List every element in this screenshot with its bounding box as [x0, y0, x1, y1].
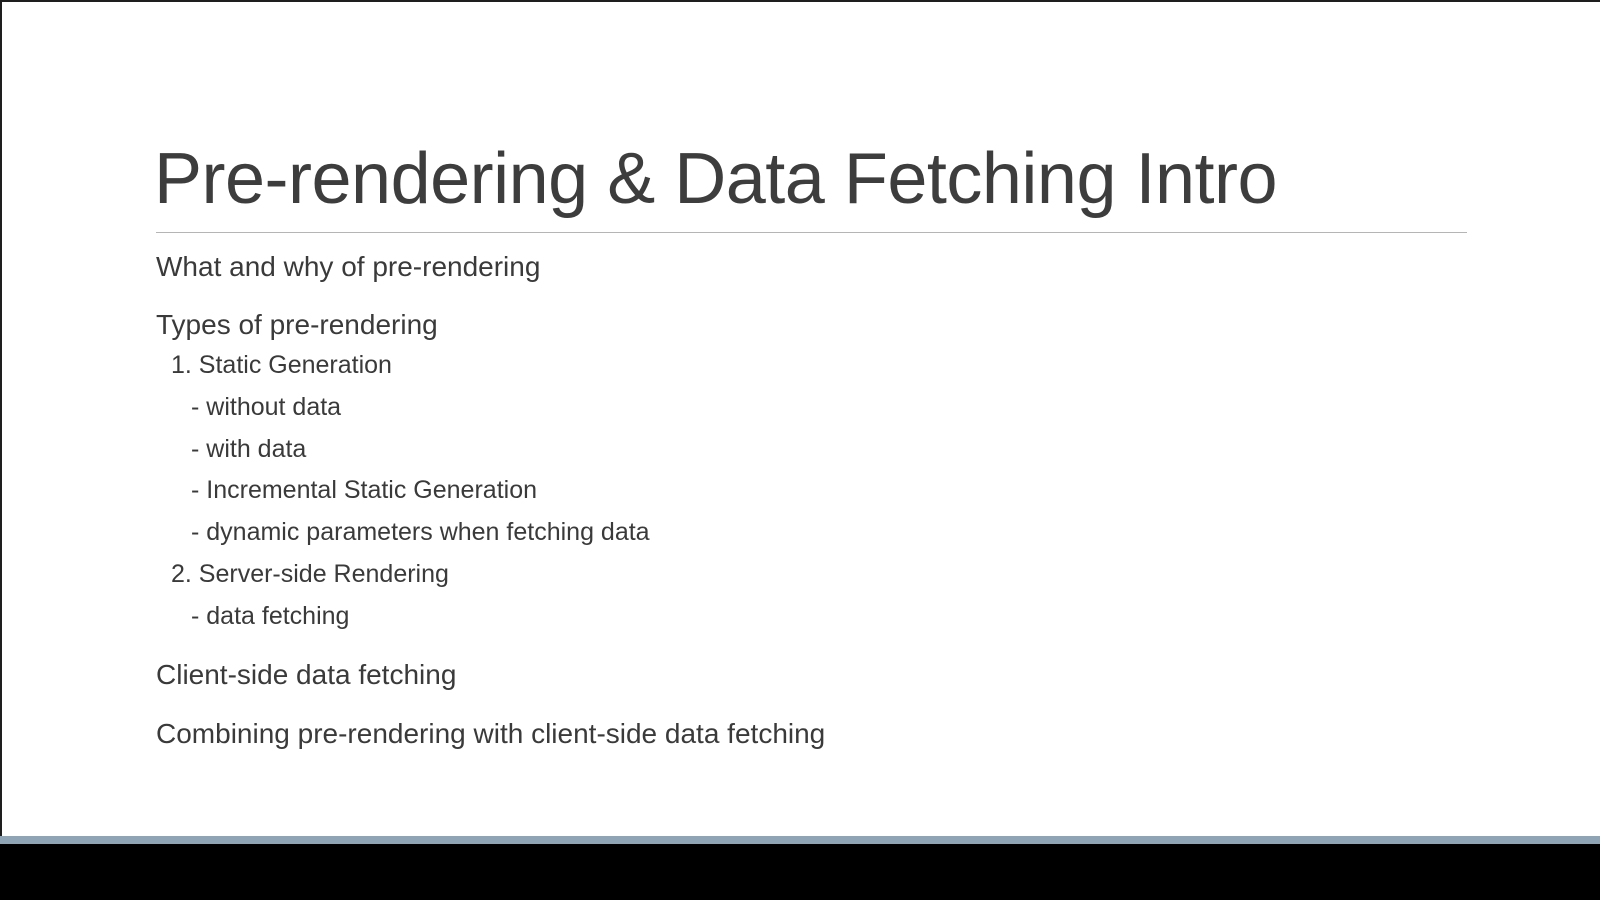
- slide-title: Pre-rendering & Data Fetching Intro: [154, 139, 1278, 219]
- topic-client-side: Client-side data fetching: [156, 659, 457, 690]
- item-incremental: - Incremental Static Generation: [191, 476, 537, 504]
- topic-types: Types of pre-rendering: [156, 309, 438, 340]
- footer-bar: [0, 836, 1600, 844]
- slide: Pre-rendering & Data Fetching Intro What…: [0, 0, 1600, 836]
- item-dynamic-params: - dynamic parameters when fetching data: [191, 518, 650, 546]
- subtopic-server-side: 2. Server-side Rendering: [171, 560, 449, 588]
- item-ssr-data-fetching: - data fetching: [191, 602, 350, 630]
- item-without-data: - without data: [191, 393, 342, 421]
- title-divider: [156, 232, 1467, 233]
- topic-combining: Combining pre-rendering with client-side…: [156, 718, 826, 749]
- presentation-stage: Pre-rendering & Data Fetching Intro What…: [0, 0, 1600, 900]
- subtopic-static-generation: 1. Static Generation: [171, 351, 392, 379]
- topic-what-why: What and why of pre-rendering: [156, 251, 541, 282]
- item-with-data: - with data: [191, 435, 307, 463]
